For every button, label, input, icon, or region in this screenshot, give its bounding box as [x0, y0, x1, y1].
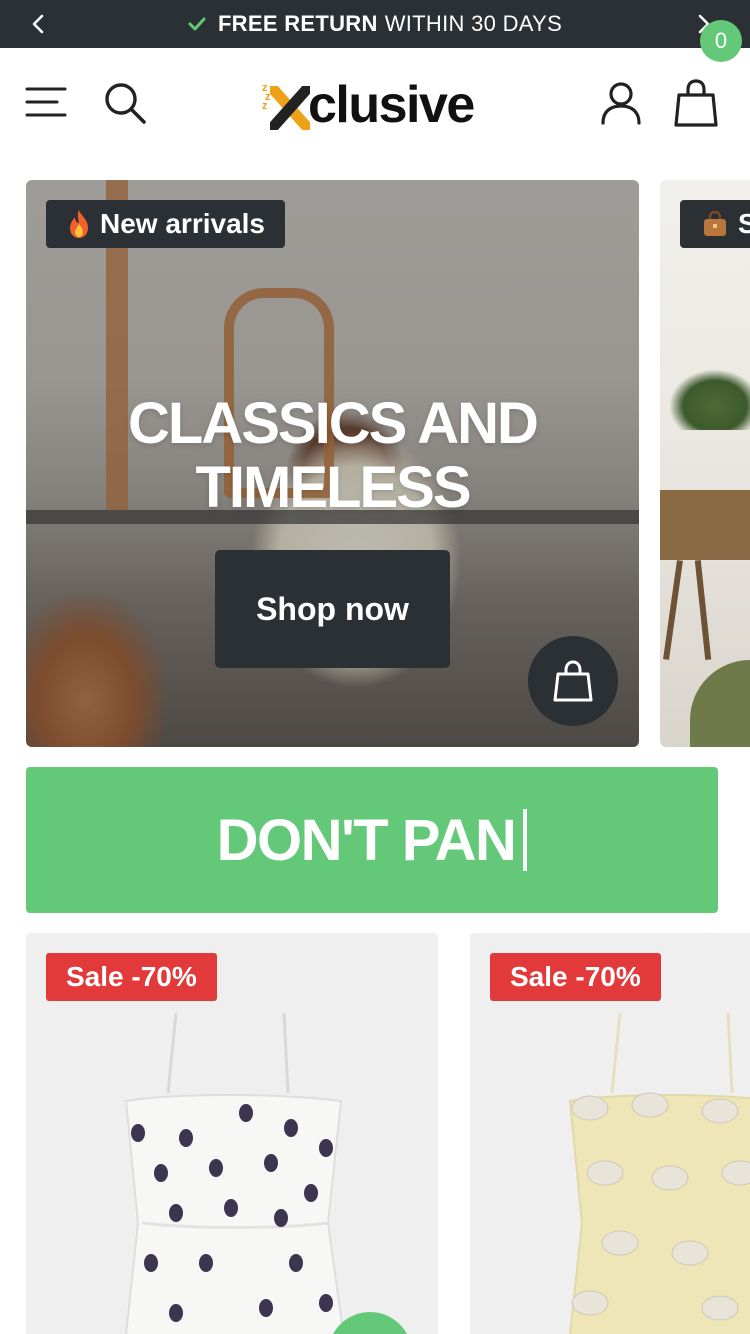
hero2-table-leg — [663, 560, 683, 660]
marquee-caret — [523, 809, 528, 871]
cart-count-badge: 0 — [700, 20, 742, 62]
search-button[interactable] — [100, 78, 150, 128]
hero2-sofa — [690, 660, 750, 747]
announcement-bold: FREE RETURN — [217, 11, 378, 36]
fire-icon — [66, 209, 92, 239]
search-icon — [105, 83, 146, 124]
hero-title-line2: TIMELESS — [195, 455, 471, 520]
menu-icon — [25, 87, 67, 117]
hero2-plant — [670, 370, 750, 430]
shop-now-button[interactable]: Shop now — [215, 550, 450, 668]
shopping-bag-icon — [674, 79, 718, 127]
marquee-text: DON'T PAN — [216, 807, 517, 873]
site-header: z zz clusive — [0, 48, 750, 160]
check-icon — [188, 16, 206, 32]
quick-shop-button[interactable] — [528, 636, 618, 726]
user-icon — [601, 82, 641, 125]
shopping-bag-icon — [553, 660, 593, 702]
hero-title: CLASSICS AND TIMELESS — [26, 392, 639, 520]
announcement-message: FREE RETURN WITHIN 30 DAYS — [0, 0, 750, 48]
hero2-table — [660, 490, 750, 560]
announcement-bar: FREE RETURN WITHIN 30 DAYS — [0, 0, 750, 48]
next-slide-badge: S — [680, 200, 750, 248]
handbag-icon — [702, 210, 728, 238]
new-arrivals-badge: New arrivals — [46, 200, 285, 248]
new-arrivals-label: New arrivals — [100, 208, 265, 239]
sale-badge: Sale -70% — [490, 953, 661, 1001]
logo-x-icon — [268, 84, 312, 132]
menu-button[interactable] — [22, 78, 70, 126]
marquee-banner: DON'T PAN — [26, 767, 718, 913]
logo-text: clusive — [308, 76, 475, 134]
hero-slide-next[interactable] — [660, 180, 750, 747]
hero-title-line1: CLASSICS AND — [128, 391, 539, 456]
cart-button[interactable] — [668, 76, 724, 130]
site-logo[interactable]: z zz clusive — [262, 76, 475, 134]
next-slide-label: S — [738, 208, 750, 239]
announcement-text: WITHIN 30 DAYS — [384, 11, 563, 36]
account-button[interactable] — [596, 78, 646, 128]
hero2-table-leg — [694, 559, 712, 661]
sale-badge: Sale -70% — [46, 953, 217, 1001]
